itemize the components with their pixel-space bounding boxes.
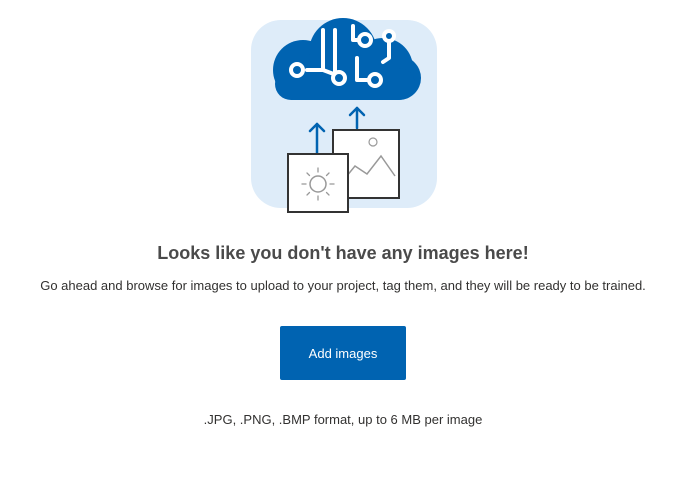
- cloud-upload-images-icon: [251, 18, 437, 218]
- file-format-note: .JPG, .PNG, .BMP format, up to 6 MB per …: [203, 412, 483, 427]
- add-images-button[interactable]: Add images: [280, 326, 406, 380]
- empty-state-description: Go ahead and browse for images to upload…: [40, 278, 646, 293]
- empty-state-title: Looks like you don't have any images her…: [157, 243, 529, 263]
- empty-state: Looks like you don't have any images her…: [0, 0, 686, 480]
